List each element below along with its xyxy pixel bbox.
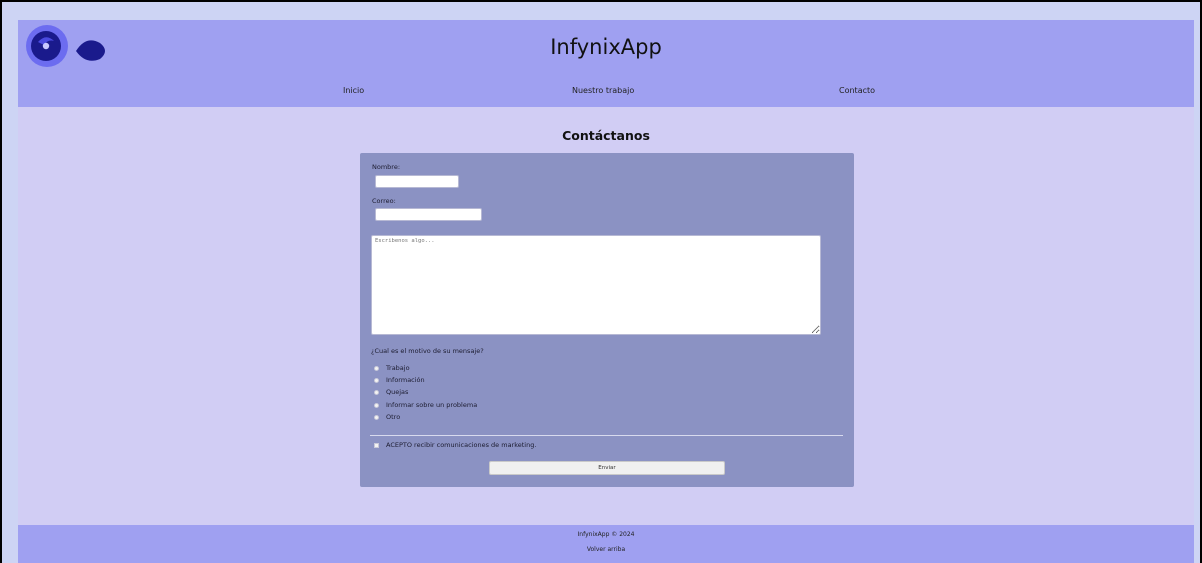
radio-label: Trabajo — [386, 364, 410, 372]
marketing-checkbox[interactable] — [374, 442, 379, 448]
nav-item-contacto[interactable]: Contacto — [839, 86, 875, 95]
radio-otro[interactable]: Otro — [374, 412, 400, 422]
copyright-text: InfynixApp © 2024 — [577, 531, 635, 538]
radio-trabajo[interactable]: Trabajo — [374, 363, 410, 373]
name-field[interactable] — [375, 175, 459, 188]
radio-button[interactable] — [374, 365, 379, 371]
name-label: Nombre: — [372, 163, 401, 171]
email-label: Correo: — [372, 197, 396, 205]
marketing-consent-label: ACEPTO recibir comunicaciones de marketi… — [386, 441, 537, 449]
radio-informacion[interactable]: Información — [374, 375, 425, 385]
page-title: Contáctanos — [562, 128, 650, 143]
contact-form: Nombre: Correo: ¿Cual es el motivo de su… — [360, 153, 854, 487]
form-divider — [370, 435, 843, 436]
reason-question: ¿Cual es el motivo de su mensaje? — [371, 347, 484, 355]
radio-informar-problema[interactable]: Informar sobre un problema — [374, 400, 477, 410]
site-footer: InfynixApp © 2024 Volver arriba — [18, 525, 1194, 563]
marketing-consent[interactable]: ACEPTO recibir comunicaciones de marketi… — [374, 440, 536, 450]
radio-label: Otro — [386, 413, 401, 421]
submit-button[interactable]: Enviar — [489, 461, 725, 475]
site-header: InfynixApp Inicio Nuestro trabajo Contac… — [18, 20, 1194, 107]
site-title: InfynixApp — [550, 35, 662, 59]
radio-button[interactable] — [374, 389, 379, 395]
radio-button[interactable] — [374, 414, 379, 420]
radio-button[interactable] — [374, 377, 379, 383]
message-textarea[interactable] — [371, 235, 821, 335]
radio-button[interactable] — [374, 402, 379, 408]
radio-quejas[interactable]: Quejas — [374, 387, 408, 397]
page: InfynixApp Inicio Nuestro trabajo Contac… — [18, 20, 1194, 563]
nav-item-inicio[interactable]: Inicio — [343, 86, 364, 95]
radio-label: Quejas — [386, 388, 409, 396]
radio-label: Informar sobre un problema — [386, 401, 478, 409]
email-field[interactable] — [375, 208, 482, 221]
nav-item-nuestro-trabajo[interactable]: Nuestro trabajo — [572, 86, 634, 95]
radio-label: Información — [386, 376, 425, 384]
back-to-top-link[interactable]: Volver arriba — [18, 546, 1194, 553]
